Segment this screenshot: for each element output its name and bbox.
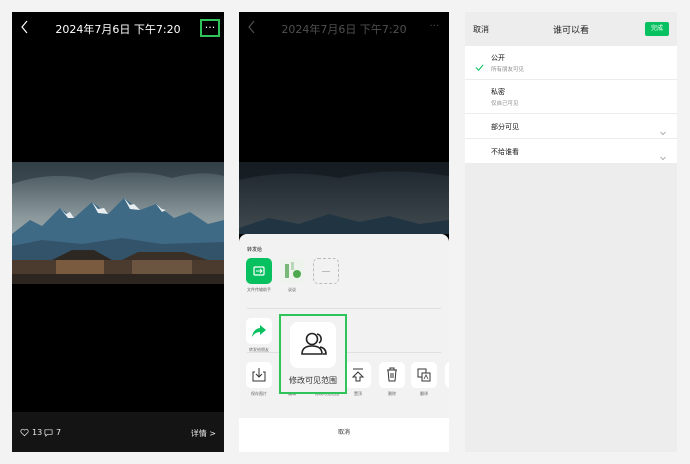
delete-action[interactable]: 删除 xyxy=(379,362,405,396)
contact-avatar xyxy=(279,258,305,284)
chevron-down-icon xyxy=(659,147,667,161)
callout-label: 修改可见范围 xyxy=(289,376,337,385)
photo-nav-bar: 2024年7月6日 下午7:20 ··· xyxy=(12,12,224,42)
landscape-photo[interactable] xyxy=(12,162,224,284)
save-image-action[interactable]: 保存图片 xyxy=(243,362,275,396)
likes-stat[interactable]: 13 xyxy=(20,428,42,437)
likes-count: 13 xyxy=(32,428,43,437)
trash-icon xyxy=(379,362,405,388)
overflow-action[interactable] xyxy=(445,362,449,388)
share-action-sheet: 转发给 文件传输助手 谈谈 转发给朋友 保存图片 置顶 删除 翻译 取消 修改可… xyxy=(239,234,449,452)
photo-bottom-bar: 13 7 详情 > xyxy=(12,412,224,452)
option-subtitle: 仅自己可见 xyxy=(491,101,519,107)
visibility-magnified-callout[interactable]: 修改可见范围 xyxy=(279,314,347,394)
checkmark-icon xyxy=(475,57,484,71)
option-title: 公开 xyxy=(491,54,505,62)
share-section-title: 转发给 xyxy=(247,247,263,253)
overflow-item-icon xyxy=(445,362,449,388)
comment-icon xyxy=(44,429,53,437)
post-date-title: 2024年7月6日 下午7:20 xyxy=(55,23,181,36)
comments-stat[interactable]: 7 xyxy=(44,428,61,437)
option-public[interactable]: 公开 所有朋友可见 xyxy=(465,46,677,80)
visibility-header: 取消 谁可以看 完成 xyxy=(465,12,677,46)
cancel-button[interactable]: 取消 xyxy=(239,418,449,452)
toolbar-label: 删除 xyxy=(388,391,396,396)
forward-icon xyxy=(246,318,272,344)
heart-icon xyxy=(20,428,29,437)
contact-label: 谈谈 xyxy=(288,287,296,292)
pin-top-action[interactable]: 置顶 xyxy=(345,362,371,396)
contact-tantan[interactable]: 谈谈 xyxy=(279,258,305,292)
option-title: 不给谁看 xyxy=(491,148,519,156)
details-link[interactable]: 详情 > xyxy=(191,428,216,439)
contact-label: 文件传输助手 xyxy=(247,287,271,292)
option-title: 私密 xyxy=(491,88,505,96)
option-private[interactable]: 私密 仅自己可见 xyxy=(465,80,677,114)
photo-viewer-screen: 2024年7月6日 下午7:20 ··· 13 7 详情 > xyxy=(12,12,224,452)
share-sheet-screen: 2024年7月6日 下午7:20 ··· 转发给 文件传输助手 谈谈 转发给朋友… xyxy=(239,12,449,452)
forward-to-friend-action[interactable]: 转发给朋友 xyxy=(243,318,275,352)
toolbar-label: 保存图片 xyxy=(251,391,267,396)
option-hide-from[interactable]: 不给谁看 xyxy=(465,139,677,164)
toolbar-label: 翻译 xyxy=(420,391,428,396)
download-icon xyxy=(246,362,272,388)
more-options-button[interactable]: ··· xyxy=(200,19,220,37)
done-button[interactable]: 完成 xyxy=(645,22,669,36)
option-partially-visible[interactable]: 部分可见 xyxy=(465,114,677,139)
who-can-see-screen: 取消 谁可以看 完成 公开 所有朋友可见 私密 仅自己可见 部分可见 不给谁看 xyxy=(465,12,677,452)
contact-file-transfer[interactable]: 文件传输助手 xyxy=(245,258,273,292)
chevron-down-icon xyxy=(659,122,667,136)
more-contacts-placeholder xyxy=(313,258,339,284)
pin-top-icon xyxy=(345,362,371,388)
option-title: 部分可见 xyxy=(491,123,519,131)
toolbar-label: 置顶 xyxy=(354,391,362,396)
visibility-options: 公开 所有朋友可见 私密 仅自己可见 部分可见 不给谁看 xyxy=(465,46,677,164)
comments-count: 7 xyxy=(56,428,62,437)
file-transfer-icon xyxy=(246,258,272,284)
option-subtitle: 所有朋友可见 xyxy=(491,67,525,73)
translate-action[interactable]: 翻译 xyxy=(411,362,437,396)
more-contacts-slot[interactable] xyxy=(313,258,339,284)
translate-icon xyxy=(411,362,437,388)
people-icon xyxy=(290,322,336,368)
sheet-divider xyxy=(247,308,441,309)
